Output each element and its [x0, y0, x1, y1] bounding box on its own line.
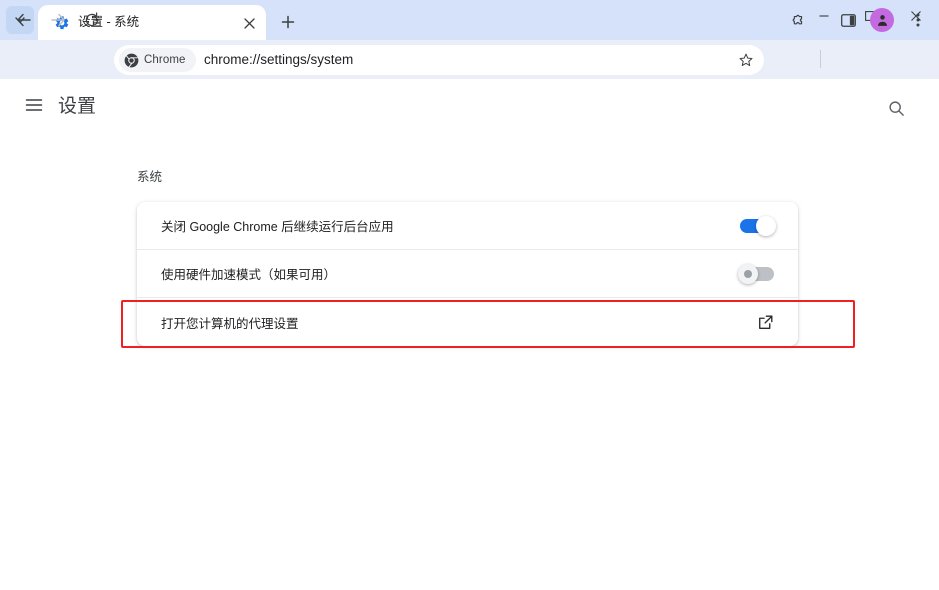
- new-tab-button[interactable]: [274, 8, 302, 36]
- close-icon: [243, 17, 255, 29]
- hardware-acceleration-toggle[interactable]: [738, 263, 774, 284]
- browser-window: 设置 - 系统 Chrome chrome://settings/system …: [0, 0, 939, 590]
- hamburger-menu-icon: [25, 99, 43, 111]
- puzzle-piece-icon: [792, 14, 803, 25]
- minimize-icon: [819, 15, 829, 17]
- omnibox-chip-label: Chrome: [144, 54, 186, 66]
- back-button[interactable]: [10, 6, 38, 34]
- section-label-system: 系统: [137, 170, 163, 184]
- settings-header: 设置: [0, 79, 939, 135]
- setting-label: 使用硬件加速模式（如果可用）: [161, 268, 337, 282]
- setting-row-open-proxy-settings[interactable]: 打开您计算机的代理设置: [137, 298, 798, 346]
- reload-button[interactable]: [78, 6, 106, 34]
- setting-label: 打开您计算机的代理设置: [161, 316, 299, 331]
- toggle-knob: [756, 215, 776, 236]
- plus-icon: [281, 15, 295, 29]
- background-apps-toggle[interactable]: [740, 215, 776, 236]
- settings-main-menu-button[interactable]: [22, 93, 46, 117]
- omnibox-chrome-chip[interactable]: Chrome: [119, 48, 196, 72]
- tab-close-button[interactable]: [240, 14, 258, 32]
- arrow-left-icon: [17, 13, 31, 27]
- arrow-right-icon: [51, 13, 65, 27]
- toggle-knob: [738, 263, 758, 284]
- setting-row-background-apps[interactable]: 关闭 Google Chrome 后继续运行后台应用: [137, 202, 798, 250]
- open-in-new-icon: [758, 315, 772, 329]
- setting-label: 关闭 Google Chrome 后继续运行后台应用: [161, 220, 394, 234]
- side-panel-icon: [840, 13, 856, 27]
- three-dots-vertical-icon: [916, 13, 920, 27]
- chrome-menu-button[interactable]: [904, 6, 932, 34]
- setting-row-hardware-acceleration[interactable]: 使用硬件加速模式（如果可用）: [137, 250, 798, 298]
- page-title: 设置: [58, 96, 97, 117]
- profile-avatar-button[interactable]: [868, 6, 896, 34]
- star-icon: [739, 53, 753, 67]
- omnibox-url-text: chrome://settings/system: [204, 52, 354, 67]
- forward-button: [44, 6, 72, 34]
- omnibox[interactable]: Chrome chrome://settings/system: [114, 45, 764, 75]
- bookmark-star-button[interactable]: [734, 48, 758, 72]
- external-link-icon[interactable]: [756, 313, 774, 331]
- settings-search-button[interactable]: [884, 96, 908, 120]
- avatar: [870, 8, 894, 32]
- toolbar-divider: [820, 50, 821, 68]
- settings-page: 设置 系统 关闭 Google Chrome 后继续运行后台应用 使用硬件加速模…: [0, 79, 939, 590]
- side-panel-button[interactable]: [834, 6, 862, 34]
- tab-settings-system[interactable]: 设置 - 系统: [38, 5, 266, 40]
- extensions-button[interactable]: [782, 6, 810, 34]
- chrome-logo-icon: [124, 53, 139, 67]
- person-icon: [877, 14, 887, 26]
- search-icon: [888, 100, 904, 116]
- system-settings-card: 关闭 Google Chrome 后继续运行后台应用 使用硬件加速模式（如果可用…: [137, 202, 798, 346]
- reload-icon: [85, 12, 99, 27]
